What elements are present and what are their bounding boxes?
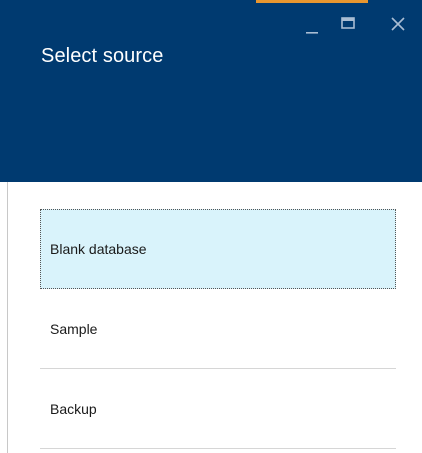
blade-left-border bbox=[7, 182, 8, 453]
source-item-label: Sample bbox=[50, 320, 98, 337]
close-icon bbox=[391, 17, 405, 31]
blade-header: Select source bbox=[0, 0, 422, 182]
minimize-button[interactable] bbox=[300, 12, 324, 36]
maximize-icon bbox=[341, 17, 355, 29]
source-item-sample[interactable]: Sample bbox=[40, 289, 396, 369]
source-item-label: Backup bbox=[50, 400, 97, 417]
source-item-backup[interactable]: Backup bbox=[40, 369, 396, 449]
minimize-icon bbox=[306, 32, 318, 34]
select-source-blade: Select source Blank database Sample Back… bbox=[0, 0, 422, 453]
blade-title: Select source bbox=[41, 45, 164, 67]
accent-bar bbox=[256, 0, 368, 3]
source-list: Blank database Sample Backup bbox=[40, 209, 396, 449]
source-item-label: Blank database bbox=[50, 241, 147, 257]
close-button[interactable] bbox=[386, 12, 410, 36]
source-item-blank-database[interactable]: Blank database bbox=[40, 209, 396, 289]
maximize-button[interactable] bbox=[336, 12, 360, 36]
